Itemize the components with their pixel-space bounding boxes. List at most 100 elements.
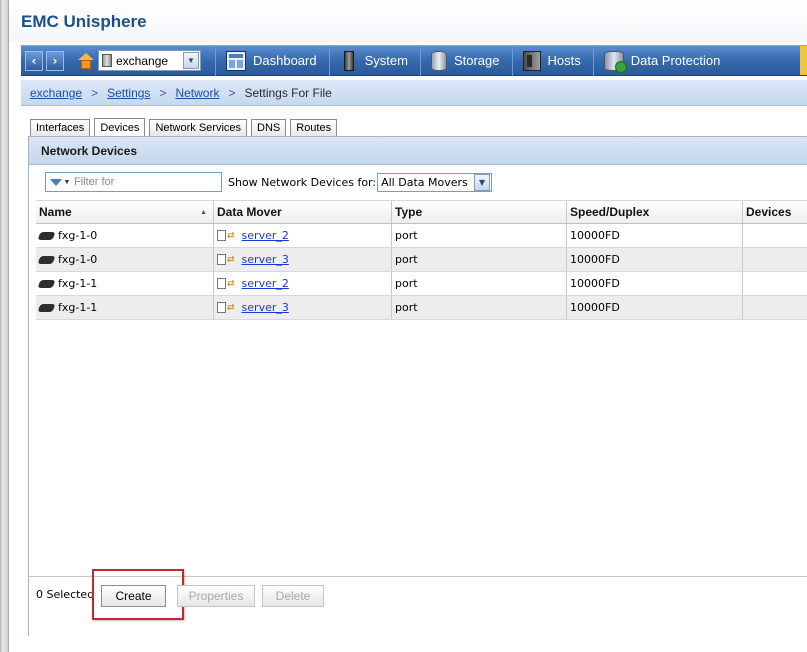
breadcrumb-current: Settings For File [244,85,332,100]
table-row[interactable]: fxg-1-0 ⇄ server_2 port 10000FD [36,224,807,248]
data-mover-link[interactable]: server_2 [242,277,289,290]
nav-tab-system[interactable]: System [330,45,420,76]
nav-overflow-edge [800,46,807,75]
back-arrow-icon[interactable]: ‹ [25,50,43,71]
properties-button[interactable]: Properties [177,585,255,607]
column-header-label: Data Mover [217,205,282,219]
nav-tab-dashboard[interactable]: Dashboard [216,45,329,76]
home-icon[interactable] [78,52,94,69]
filter-input[interactable]: ▼ Filter for [45,172,222,192]
show-devices-label: Show Network Devices for: [228,175,377,189]
column-header-label: Type [395,205,423,219]
device-type: port [395,229,418,242]
table-row[interactable]: fxg-1-1 ⇄ server_2 port 10000FD [36,272,807,296]
breadcrumb-link-exchange[interactable]: exchange [30,86,82,100]
system-selector[interactable]: exchange ▼ [98,50,201,71]
breadcrumb-link-network[interactable]: Network [175,86,219,100]
breadcrumb-separator: > [91,85,99,100]
tab-routes[interactable]: Routes [290,119,338,136]
data-mover-link[interactable]: server_3 [242,253,289,266]
nav-tab-hosts[interactable]: Hosts [513,45,593,76]
device-name: fxg-1-0 [58,253,98,266]
speed-duplex: 10000FD [570,277,620,290]
network-device-icon [37,231,56,240]
nav-tab-label: System [364,53,408,68]
column-header-data-mover[interactable]: Data Mover [214,201,392,223]
filter-row: ▼ Filter for Show Network Devices for: A… [45,171,493,193]
device-name: fxg-1-0 [58,229,98,242]
nav-tab-label: Data Protection [630,53,721,68]
create-button[interactable]: Create [101,585,166,607]
data-mover-select[interactable]: All Data Movers ▼ [377,172,493,192]
system-selector-value: exchange [116,53,169,68]
data-mover-link[interactable]: server_3 [242,301,289,314]
column-header-devices[interactable]: Devices [743,201,807,223]
device-type: port [395,253,418,266]
nav-tab-label: Dashboard [253,53,317,68]
sort-ascending-icon: ▲ [200,208,207,216]
network-devices-panel: Network Devices ▼ Filter for Show Networ… [28,136,807,636]
app-title: EMC Unisphere [21,12,147,31]
data-mover-icon: ⇄ [227,230,235,241]
breadcrumb-separator: > [159,85,167,100]
nav-tab-data-protection[interactable]: Data Protection [594,45,733,76]
column-header-label: Speed/Duplex [570,205,650,219]
chevron-down-icon[interactable]: ▼ [183,52,199,69]
filter-placeholder: Filter for [74,176,115,188]
speed-duplex: 10000FD [570,301,620,314]
data-mover-icon: ⇄ [227,254,235,265]
device-name: fxg-1-1 [58,277,98,290]
table-row[interactable]: fxg-1-0 ⇄ server_3 port 10000FD [36,248,807,272]
system-icon [343,50,354,71]
column-header-name[interactable]: Name ▲ [36,201,214,223]
column-header-type[interactable]: Type [392,201,567,223]
dashboard-icon [226,50,246,71]
breadcrumb-link-settings[interactable]: Settings [107,86,150,100]
device-type: port [395,277,418,290]
data-mover-icon [217,254,226,265]
column-header-label: Name [39,205,72,219]
device-name: fxg-1-1 [58,301,98,314]
filter-icon[interactable]: ▼ [46,173,74,191]
forward-arrow-icon[interactable]: › [46,50,64,71]
table-row[interactable]: fxg-1-1 ⇄ server_3 port 10000FD [36,296,807,320]
tab-interfaces[interactable]: Interfaces [30,119,91,136]
speed-duplex: 10000FD [570,229,620,242]
column-header-label: Devices [746,205,792,219]
nav-tab-label: Hosts [547,53,581,68]
settings-tab-strip: Interfaces Devices Network Services DNS … [30,118,341,137]
nav-tab-label: Storage [453,53,500,68]
data-mover-icon [217,278,226,289]
network-device-icon [37,303,56,312]
speed-duplex: 10000FD [570,253,620,266]
left-frame-edge [0,0,9,652]
hosts-icon [522,50,541,71]
network-devices-table: Name ▲ Data Mover Type Speed/Duplex Devi… [36,200,807,320]
storage-icon [430,50,447,71]
delete-button[interactable]: Delete [262,585,324,607]
network-device-icon [37,255,56,264]
device-type: port [395,301,418,314]
tab-dns[interactable]: DNS [251,119,287,136]
tab-devices[interactable]: Devices [94,118,146,137]
tab-network-services[interactable]: Network Services [149,119,248,136]
table-footer-toolbar: 0 Selected Create Properties Delete [29,569,807,636]
chevron-down-icon[interactable]: ▼ [474,173,491,191]
table-header: Name ▲ Data Mover Type Speed/Duplex Devi… [36,200,807,224]
data-mover-link[interactable]: server_2 [242,229,289,242]
nav-tab-storage[interactable]: Storage [421,45,512,76]
data-mover-icon [217,230,226,241]
app-header: EMC Unisphere [9,0,807,42]
breadcrumb-separator: > [228,85,236,100]
data-protection-icon [603,50,627,73]
panel-title: Network Devices [29,137,807,165]
breadcrumb: exchange > Settings > Network > Settings… [21,80,807,106]
main-navbar: ‹ › exchange ▼ Dashboard System Storage … [21,45,807,76]
data-mover-select-value: All Data Movers [381,175,468,189]
selected-count: 0 Selected [36,588,95,601]
data-mover-icon: ⇄ [227,302,235,313]
data-mover-icon: ⇄ [227,278,235,289]
storage-system-icon [102,54,112,67]
network-device-icon [37,279,56,288]
column-header-speed-duplex[interactable]: Speed/Duplex [567,201,743,223]
